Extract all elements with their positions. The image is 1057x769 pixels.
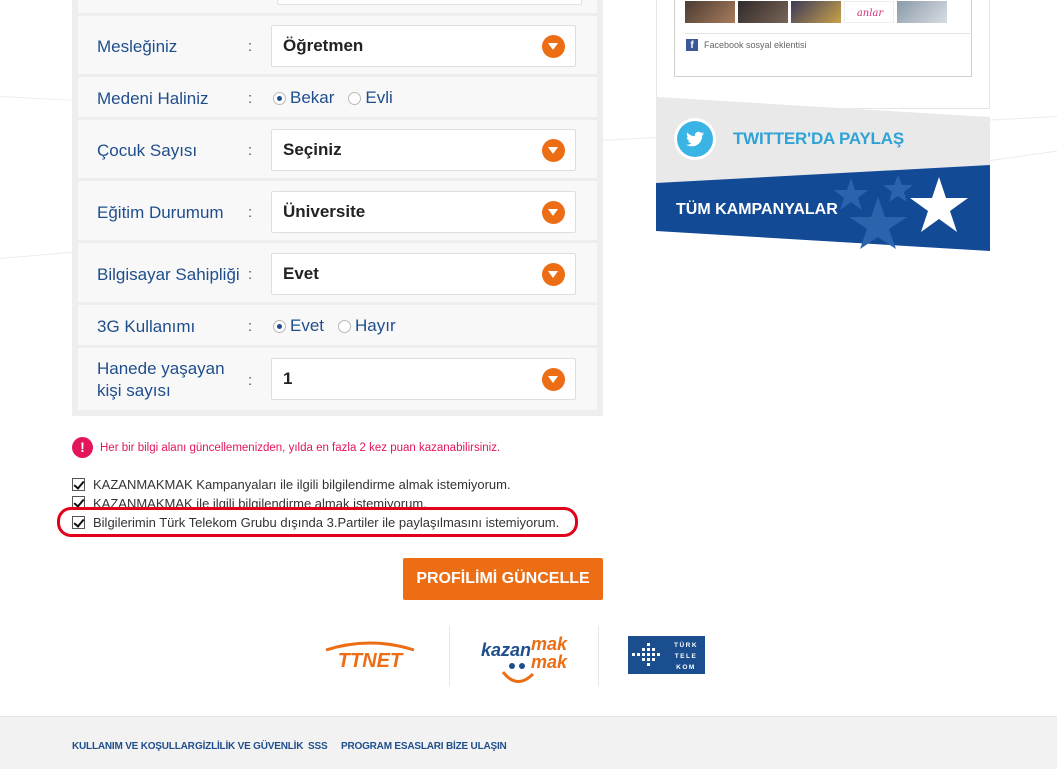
turk-telekom-logo-text: TÜRK xyxy=(674,640,698,649)
twitter-share-label: TWITTER'DA PAYLAŞ xyxy=(733,129,904,148)
3g-usage-radio-group: Evet Hayır xyxy=(273,316,410,336)
facebook-fan-photo[interactable] xyxy=(685,1,735,23)
chevron-down-icon xyxy=(542,263,565,286)
radio-3g-no-label[interactable]: Hayır xyxy=(355,316,396,336)
background-line xyxy=(0,251,80,259)
facebook-plugin-frame: anlar f Facebook sosyal eklentisi xyxy=(674,0,972,77)
logo-divider xyxy=(449,626,450,686)
footer: KULLANIM VE KOŞULLAR GİZLİLİK VE GÜVENLİ… xyxy=(0,716,1057,769)
turk-telekom-logo-text: TELE xyxy=(675,653,698,660)
education-label: Eğitim Durumum xyxy=(97,203,224,222)
chevron-down-icon xyxy=(542,368,565,391)
chevron-down-icon xyxy=(542,201,565,224)
exclamation-icon: ! xyxy=(72,437,93,458)
education-select[interactable]: Üniversite xyxy=(271,191,576,233)
radio-single-label[interactable]: Bekar xyxy=(290,88,334,108)
colon: : xyxy=(248,318,253,335)
occupation-value: Öğretmen xyxy=(283,36,364,55)
ttnet-logo-text: TTNET xyxy=(338,650,404,672)
all-campaigns-button[interactable]: TÜM KAMPANYALAR xyxy=(656,163,990,251)
footer-link-contact[interactable]: BİZE ULAŞIN xyxy=(446,741,507,752)
update-profile-button[interactable]: PROFİLİMİ GÜNCELLE xyxy=(403,558,603,600)
row-divider xyxy=(78,13,597,16)
facebook-plugin-box: anlar f Facebook sosyal eklentisi xyxy=(656,0,990,109)
twitter-icon xyxy=(677,121,713,157)
computer-ownership-label: Bilgisayar Sahipliği xyxy=(97,265,240,284)
occupation-select[interactable]: Öğretmen xyxy=(271,25,576,67)
row-divider xyxy=(78,178,597,181)
row-divider xyxy=(78,240,597,243)
consent-campaigns-label[interactable]: KAZANMAKMAK Kampanyaları ile ilgili bilg… xyxy=(93,477,511,492)
children-count-label: Çocuk Sayısı xyxy=(97,141,198,160)
kazanmakmak-logo[interactable]: kazan mak mak xyxy=(479,632,574,688)
colon: : xyxy=(248,38,253,55)
profile-form: Mesleğiniz : Öğretmen Medeni Haliniz : B… xyxy=(78,0,597,410)
row-divider xyxy=(78,302,597,305)
household-size-select[interactable]: 1 xyxy=(271,358,576,400)
colon: : xyxy=(248,142,253,159)
previous-field-partial[interactable] xyxy=(277,0,582,5)
marital-status-label: Medeni Haliniz xyxy=(97,89,209,108)
facebook-divider xyxy=(685,33,970,34)
twitter-icon-badge xyxy=(674,118,716,160)
all-campaigns-label: TÜM KAMPANYALAR xyxy=(676,201,838,218)
computer-ownership-value: Evet xyxy=(283,264,319,283)
notice-text: Her bir bilgi alanı güncellemenizden, yı… xyxy=(100,441,501,454)
colon: : xyxy=(248,90,253,107)
education-value: Üniversite xyxy=(283,202,366,221)
kazanmakmak-logo-text: mak xyxy=(531,652,568,672)
chevron-down-icon xyxy=(542,139,565,162)
background-line xyxy=(989,150,1057,161)
profile-form-panel: Mesleğiniz : Öğretmen Medeni Haliniz : B… xyxy=(72,0,603,416)
radio-married[interactable] xyxy=(348,91,362,105)
turk-telekom-logo-text: KOM xyxy=(676,664,696,671)
household-size-label-line2: kişi sayısı xyxy=(97,381,171,400)
background-line xyxy=(0,96,80,102)
footer-link-privacy[interactable]: GİZLİLİK VE GÜVENLİK xyxy=(195,741,303,752)
occupation-label: Mesleğiniz xyxy=(97,37,178,56)
facebook-social-plugin[interactable]: f Facebook sosyal eklentisi xyxy=(686,39,807,51)
3g-usage-label: 3G Kullanımı xyxy=(97,317,196,336)
svg-text:anlar: anlar xyxy=(857,8,885,19)
radio-3g-yes[interactable] xyxy=(273,319,286,333)
facebook-fan-photo[interactable] xyxy=(791,1,841,23)
facebook-plugin-label: Facebook sosyal eklentisi xyxy=(704,40,807,50)
children-count-select[interactable]: Seçiniz xyxy=(271,129,576,171)
radio-married-label[interactable]: Evli xyxy=(365,88,392,108)
colon: : xyxy=(248,204,253,221)
row-divider xyxy=(78,117,597,120)
points-notice: ! Her bir bilgi alanı güncellemenizden, … xyxy=(72,437,500,458)
household-size-label-line1: Hanede yaşayan xyxy=(97,359,225,378)
facebook-fan-photo[interactable] xyxy=(738,1,788,23)
footer-link-program-rules[interactable]: PROGRAM ESASLARI xyxy=(341,741,444,752)
highlight-annotation xyxy=(57,507,578,537)
consent-campaigns: KAZANMAKMAK Kampanyaları ile ilgili bilg… xyxy=(72,477,511,492)
kazanmakmak-logo-text: kazan xyxy=(481,640,531,660)
logo-divider xyxy=(598,626,599,686)
colon: : xyxy=(248,266,253,283)
colon: : xyxy=(248,372,253,389)
row-divider xyxy=(78,345,597,348)
facebook-fan-photo[interactable]: anlar xyxy=(844,1,894,23)
radio-3g-no[interactable] xyxy=(338,319,352,333)
radio-3g-yes-label[interactable]: Evet xyxy=(290,316,324,336)
facebook-fan-photo[interactable] xyxy=(897,1,947,23)
children-count-value: Seçiniz xyxy=(283,140,342,159)
turk-telekom-logo[interactable]: TÜRK TELE KOM xyxy=(628,636,705,674)
consent-campaigns-checkbox[interactable] xyxy=(72,478,85,491)
radio-single[interactable] xyxy=(273,91,286,105)
ttnet-logo[interactable]: TTNET xyxy=(320,640,420,672)
footer-link-terms[interactable]: KULLANIM VE KOŞULLAR xyxy=(72,741,195,752)
chevron-down-icon xyxy=(542,35,565,58)
marital-status-radio-group: Bekar Evli xyxy=(273,88,407,108)
kazanmakmak-logo-text: mak xyxy=(531,634,568,654)
row-divider xyxy=(78,74,597,77)
household-size-value: 1 xyxy=(283,369,293,388)
footer-link-faq[interactable]: SSS xyxy=(308,741,328,752)
computer-ownership-select[interactable]: Evet xyxy=(271,253,576,295)
facebook-icon: f xyxy=(686,39,698,51)
